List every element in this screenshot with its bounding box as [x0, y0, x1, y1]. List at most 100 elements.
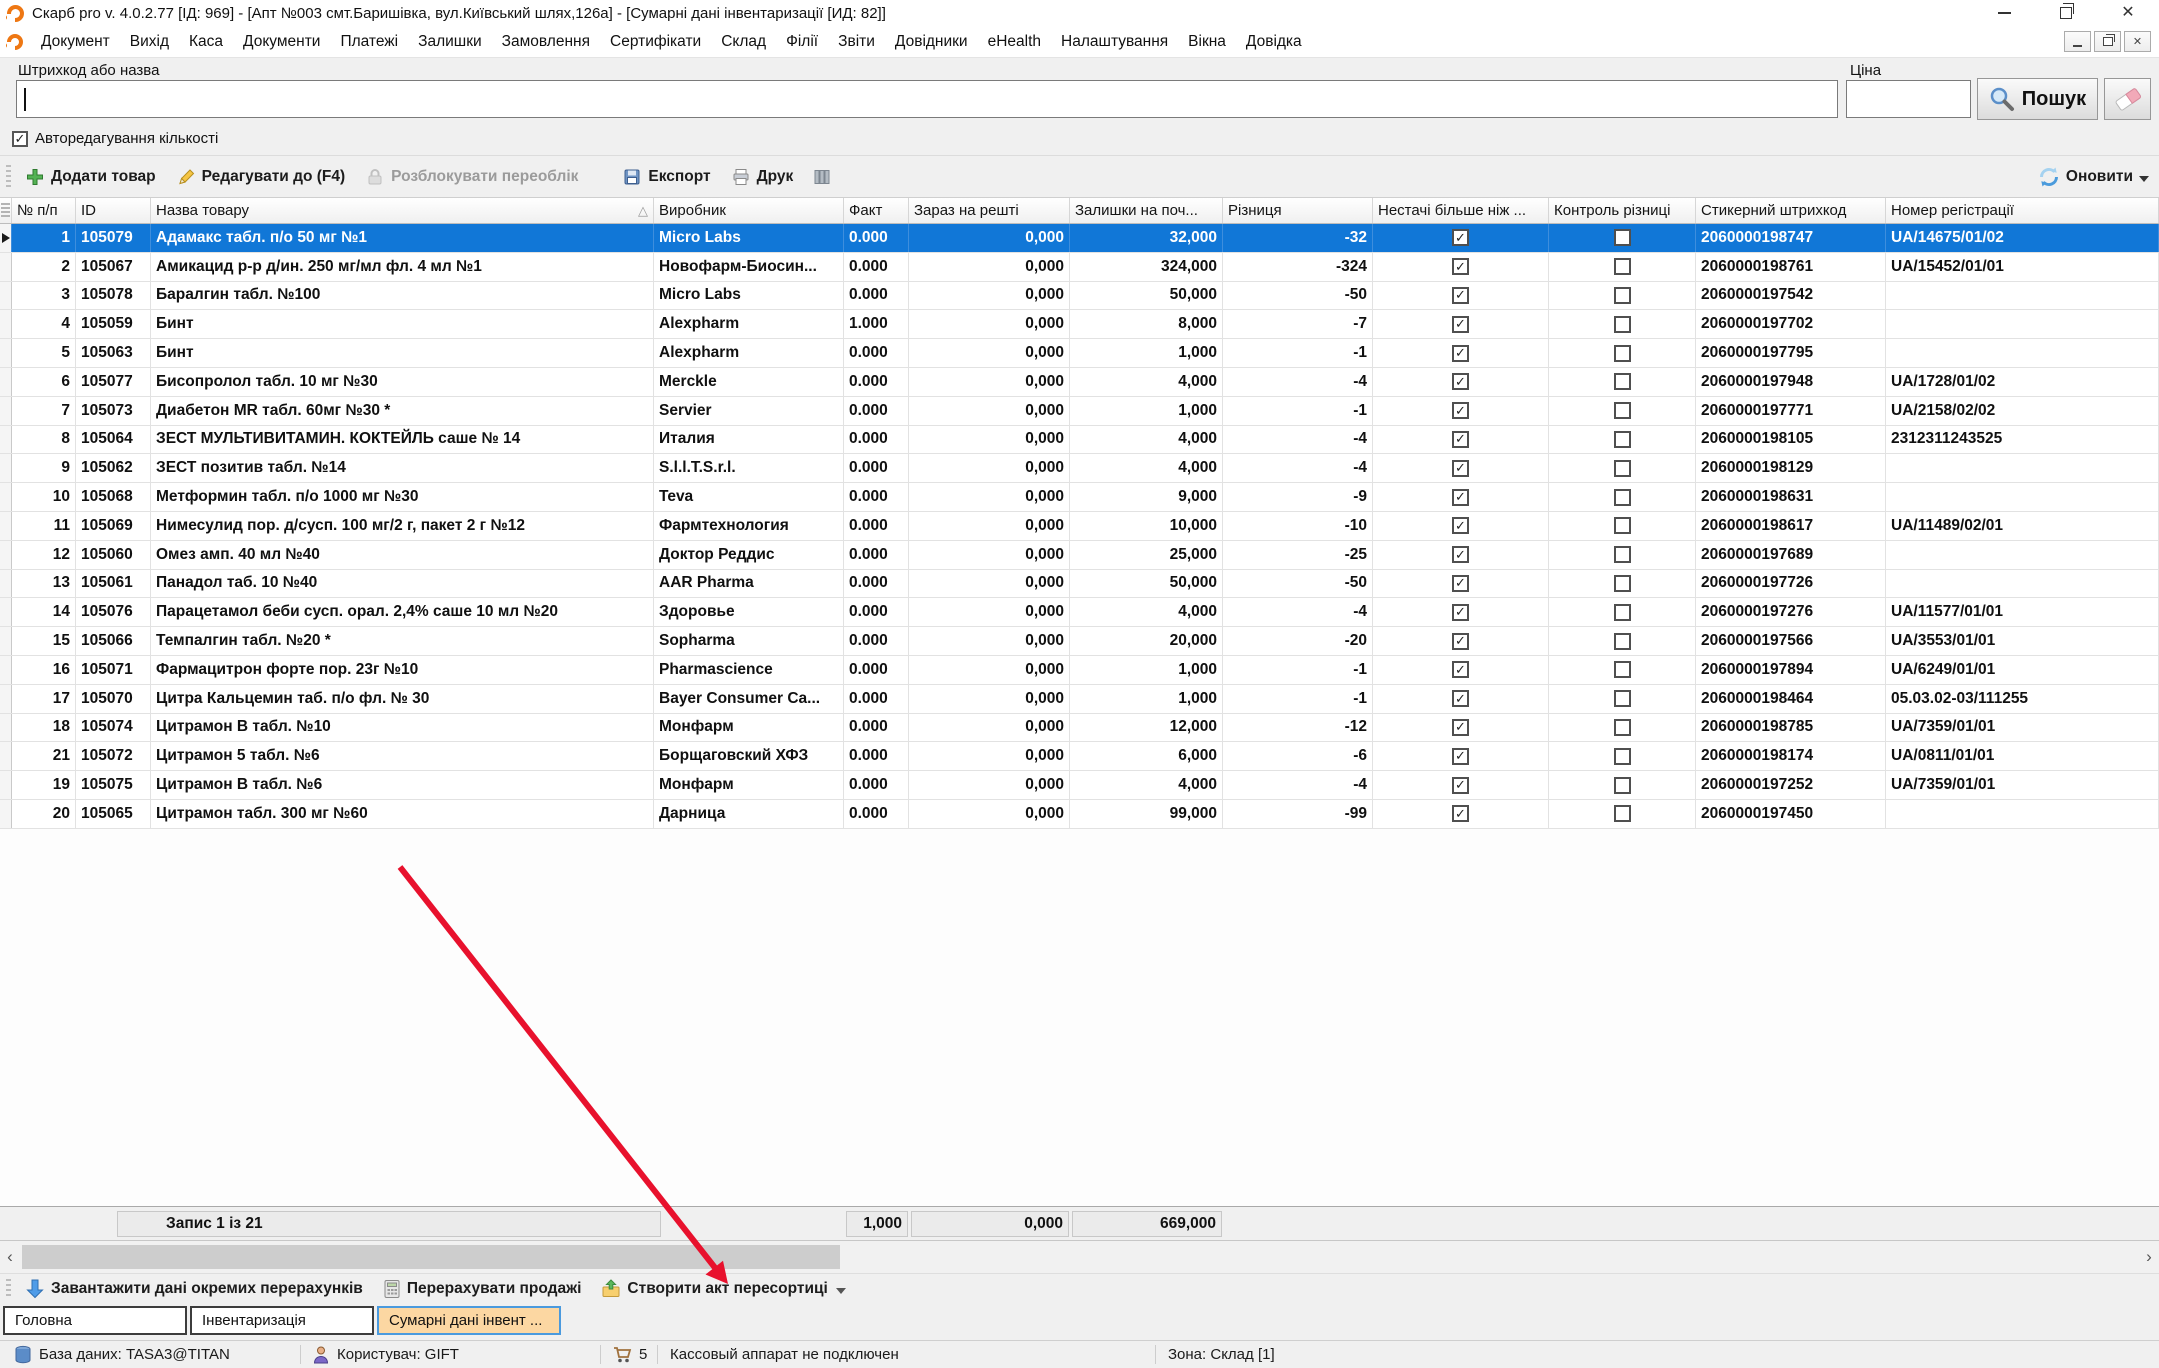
- table-row[interactable]: 3 105078 Баралгин табл. №100 Micro Labs …: [0, 282, 2159, 311]
- control-checkbox[interactable]: [1614, 287, 1631, 304]
- menu-item[interactable]: Довідка: [1236, 33, 1312, 51]
- add-item-button[interactable]: Додати товар: [19, 167, 162, 187]
- table-row[interactable]: 20 105065 Цитрамон табл. 300 мг №60 Дарн…: [0, 800, 2159, 829]
- control-checkbox[interactable]: [1614, 546, 1631, 563]
- menu-item[interactable]: Склад: [711, 33, 776, 51]
- control-checkbox[interactable]: [1614, 805, 1631, 822]
- shortage-checkbox[interactable]: [1452, 517, 1469, 534]
- create-regrading-act-button[interactable]: Створити акт пересортиці: [595, 1279, 851, 1299]
- col-header-maker[interactable]: Виробник: [654, 198, 844, 223]
- search-button[interactable]: Пошук: [1977, 78, 2098, 120]
- tab[interactable]: Сумарні дані інвент ...: [377, 1306, 561, 1335]
- shortage-checkbox[interactable]: [1452, 805, 1469, 822]
- shortage-checkbox[interactable]: [1452, 604, 1469, 621]
- table-row[interactable]: 17 105070 Цитра Кальцемин таб. п/о фл. №…: [0, 685, 2159, 714]
- control-checkbox[interactable]: [1614, 661, 1631, 678]
- menu-item[interactable]: Документ: [31, 33, 120, 51]
- table-row[interactable]: 4 105059 Бинт Alexpharm 1.000 0,000 8,00…: [0, 310, 2159, 339]
- control-checkbox[interactable]: [1614, 431, 1631, 448]
- menu-item[interactable]: Вихід: [120, 33, 179, 51]
- shortage-checkbox[interactable]: [1452, 690, 1469, 707]
- clear-button[interactable]: [2104, 78, 2151, 120]
- col-header-num[interactable]: № п/п: [12, 198, 76, 223]
- shortage-checkbox[interactable]: [1452, 229, 1469, 246]
- control-checkbox[interactable]: [1614, 690, 1631, 707]
- shortage-checkbox[interactable]: [1452, 489, 1469, 506]
- table-row[interactable]: 21 105072 Цитрамон 5 табл. №6 Борщаговск…: [0, 742, 2159, 771]
- control-checkbox[interactable]: [1614, 402, 1631, 419]
- control-checkbox[interactable]: [1614, 748, 1631, 765]
- table-row[interactable]: 10 105068 Метформин табл. п/о 1000 мг №3…: [0, 483, 2159, 512]
- col-header-shortage[interactable]: Нестачі більше ніж ...: [1373, 198, 1549, 223]
- control-checkbox[interactable]: [1614, 460, 1631, 477]
- menu-item[interactable]: Документи: [233, 33, 330, 51]
- shortage-checkbox[interactable]: [1452, 661, 1469, 678]
- scroll-right-icon[interactable]: ›: [2139, 1241, 2159, 1273]
- shortage-checkbox[interactable]: [1452, 402, 1469, 419]
- recalculate-sales-button[interactable]: Перерахувати продажі: [377, 1279, 588, 1299]
- shortage-checkbox[interactable]: [1452, 431, 1469, 448]
- print-button[interactable]: Друк: [725, 167, 800, 187]
- table-row[interactable]: 5 105063 Бинт Alexpharm 0.000 0,000 1,00…: [0, 339, 2159, 368]
- control-checkbox[interactable]: [1614, 345, 1631, 362]
- tab[interactable]: Інвентаризація: [190, 1306, 374, 1335]
- columns-button[interactable]: [807, 168, 837, 186]
- shortage-checkbox[interactable]: [1452, 287, 1469, 304]
- shortage-checkbox[interactable]: [1452, 373, 1469, 390]
- shortage-checkbox[interactable]: [1452, 633, 1469, 650]
- menu-item[interactable]: Платежі: [330, 33, 408, 51]
- menu-item[interactable]: Каса: [179, 33, 233, 51]
- table-row[interactable]: 15 105066 Темпалгин табл. №20 * Sopharma…: [0, 627, 2159, 656]
- control-checkbox[interactable]: [1614, 633, 1631, 650]
- shortage-checkbox[interactable]: [1452, 575, 1469, 592]
- shortage-checkbox[interactable]: [1452, 460, 1469, 477]
- menu-item[interactable]: Звіти: [828, 33, 885, 51]
- col-header-fact[interactable]: Факт: [844, 198, 909, 223]
- table-row[interactable]: 8 105064 ЗЕСТ МУЛЬТИВИТАМИН. КОКТЕЙЛЬ са…: [0, 426, 2159, 455]
- control-checkbox[interactable]: [1614, 604, 1631, 621]
- mdi-close-button[interactable]: ✕: [2124, 31, 2151, 52]
- col-header-sticker[interactable]: Стикерний штрихкод: [1696, 198, 1886, 223]
- load-recounts-button[interactable]: Завантажити дані окремих перерахунків: [19, 1278, 369, 1300]
- toolbar-grip[interactable]: [6, 165, 11, 189]
- unlock-button[interactable]: Розблокувати переоблік: [359, 167, 584, 187]
- table-row[interactable]: 11 105069 Нимесулид пор. д/сусп. 100 мг/…: [0, 512, 2159, 541]
- control-checkbox[interactable]: [1614, 575, 1631, 592]
- autoedit-checkbox[interactable]: [12, 131, 28, 147]
- menu-item[interactable]: Налаштування: [1051, 33, 1178, 51]
- mdi-restore-button[interactable]: [2094, 31, 2121, 52]
- restore-button[interactable]: [2035, 0, 2097, 26]
- menu-item[interactable]: Вікна: [1178, 33, 1236, 51]
- shortage-checkbox[interactable]: [1452, 316, 1469, 333]
- table-row[interactable]: 19 105075 Цитрамон В табл. №6 Монфарм 0.…: [0, 771, 2159, 800]
- control-checkbox[interactable]: [1614, 258, 1631, 275]
- menu-item[interactable]: Філії: [776, 33, 828, 51]
- col-header-diff[interactable]: Різниця: [1223, 198, 1373, 223]
- menu-item[interactable]: Довідники: [885, 33, 978, 51]
- col-header-control[interactable]: Контроль різниці: [1549, 198, 1696, 223]
- mdi-minimize-button[interactable]: [2064, 31, 2091, 52]
- table-row[interactable]: 7 105073 Диабетон MR табл. 60мг №30 * Se…: [0, 397, 2159, 426]
- edit-button[interactable]: Редагувати до (F4): [170, 167, 352, 187]
- barcode-input[interactable]: [16, 80, 1838, 118]
- table-row[interactable]: 18 105074 Цитрамон В табл. №10 Монфарм 0…: [0, 714, 2159, 743]
- menu-item[interactable]: Залишки: [408, 33, 492, 51]
- close-button[interactable]: ✕: [2097, 0, 2159, 26]
- shortage-checkbox[interactable]: [1452, 719, 1469, 736]
- control-checkbox[interactable]: [1614, 229, 1631, 246]
- table-row[interactable]: 13 105061 Панадол таб. 10 №40 AAR Pharma…: [0, 570, 2159, 599]
- table-row[interactable]: 12 105060 Омез амп. 40 мл №40 Доктор Ред…: [0, 541, 2159, 570]
- minimize-button[interactable]: [1973, 0, 2035, 26]
- scroll-left-icon[interactable]: ‹: [0, 1241, 20, 1273]
- control-checkbox[interactable]: [1614, 719, 1631, 736]
- shortage-checkbox[interactable]: [1452, 777, 1469, 794]
- col-header-now[interactable]: Зараз на решті: [909, 198, 1070, 223]
- horizontal-scrollbar[interactable]: ‹ ›: [0, 1241, 2159, 1273]
- price-input[interactable]: [1846, 80, 1971, 118]
- control-checkbox[interactable]: [1614, 517, 1631, 534]
- scrollbar-thumb[interactable]: [22, 1245, 840, 1269]
- col-header-start[interactable]: Залишки на поч...: [1070, 198, 1223, 223]
- bottom-toolbar-grip[interactable]: [6, 1279, 11, 1299]
- menu-item[interactable]: Сертифікати: [600, 33, 711, 51]
- table-row[interactable]: 1 105079 Адамакс табл. п/о 50 мг №1 Micr…: [0, 224, 2159, 253]
